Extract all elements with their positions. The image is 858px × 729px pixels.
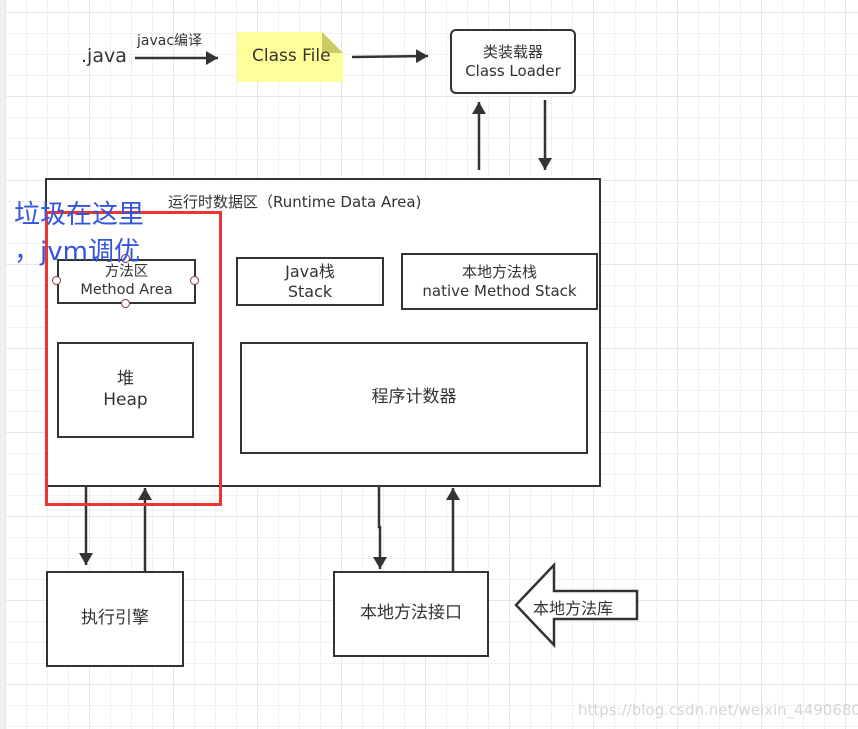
annotation-line-1: 垃圾在这里	[14, 200, 145, 230]
java-stack-en: Stack	[287, 281, 333, 301]
java-stack-box[interactable]: Java栈 Stack	[236, 257, 384, 306]
native-interface-box[interactable]: 本地方法接口	[333, 571, 489, 657]
runtime-to-interface-arrow	[373, 487, 387, 569]
class-file-label[interactable]: Class File	[252, 46, 331, 66]
program-counter-box[interactable]: 程序计数器	[240, 342, 588, 454]
execution-engine-label: 执行引擎	[81, 608, 149, 629]
compile-label: javac编译	[137, 33, 203, 49]
class-loader-box[interactable]: 类装载器 Class Loader	[450, 29, 576, 94]
watermark: https://blog.csdn.net/weixin_44906807	[578, 701, 858, 719]
program-counter-label: 程序计数器	[371, 387, 457, 408]
annotation-line-2: ，jvm调优	[14, 237, 140, 267]
native-method-stack-box[interactable]: 本地方法栈 native Method Stack	[401, 253, 598, 310]
execution-engine-box[interactable]: 执行引擎	[46, 571, 184, 667]
native-stack-zh: 本地方法栈	[461, 262, 537, 281]
java-stack-zh: Java栈	[285, 261, 335, 281]
class-loader-en: Class Loader	[465, 61, 561, 80]
native-stack-en: native Method Stack	[422, 281, 577, 300]
source-file-label: .java	[81, 45, 127, 67]
load-arrow	[351, 49, 429, 64]
class-loader-zh: 类装载器	[482, 42, 543, 61]
runtime-data-area-title: 运行时数据区（Runtime Data Area)	[168, 193, 422, 211]
native-library-label: 本地方法库	[533, 599, 614, 618]
native-interface-label: 本地方法接口	[360, 603, 462, 624]
